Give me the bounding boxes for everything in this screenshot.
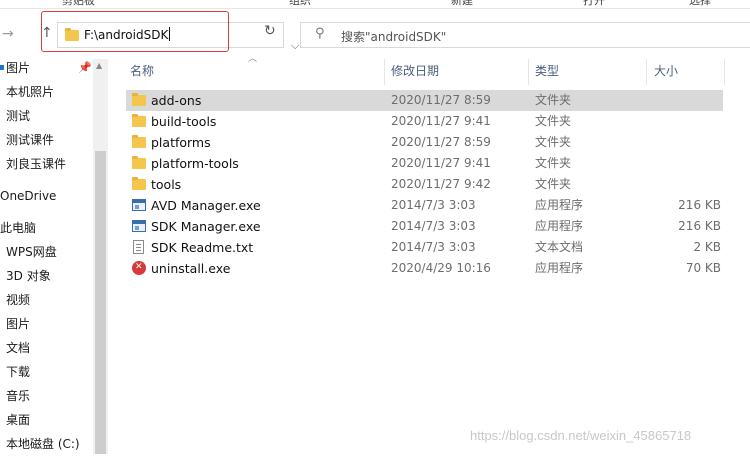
address-toolbar: → ↑ F:\androidSDK ⌵ ↻ ⚲ 搜索"androidSDK" [0, 9, 750, 59]
folder-icon [132, 135, 146, 148]
search-box[interactable]: ⚲ 搜索"androidSDK" [300, 22, 750, 48]
column-header: ︿ 名称 修改日期 类型 大小 [108, 54, 750, 85]
text-file-icon [133, 240, 144, 254]
file-row-add-ons[interactable]: add-ons 2020/11/27 8:59 文件夹 [126, 90, 723, 111]
pictures-icon: ▪ [0, 62, 5, 73]
file-row-avd-manager[interactable]: AVD Manager.exe 2014/7/3 3:03 应用程序 216 K… [126, 195, 723, 216]
column-divider[interactable] [384, 59, 385, 85]
sidebar-item-pictures-quick[interactable]: ▪ 图片 📌 [0, 56, 93, 80]
folder-icon [132, 93, 146, 106]
forward-arrow-icon[interactable]: → [2, 26, 14, 42]
ribbon-new[interactable]: 新建 [451, 0, 473, 8]
file-row-platform-tools[interactable]: platform-tools 2020/11/27 9:41 文件夹 [126, 153, 723, 174]
search-icon: ⚲ [315, 26, 325, 41]
file-row-tools[interactable]: tools 2020/11/27 9:42 文件夹 [126, 174, 723, 195]
application-icon [132, 220, 146, 232]
ribbon-clipboard[interactable]: 剪贴板 [62, 0, 95, 8]
column-divider[interactable] [528, 59, 529, 85]
file-row-uninstall[interactable]: uninstall.exe 2020/4/29 10:16 应用程序 70 KB [126, 257, 723, 279]
watermark: https://blog.csdn.net/weixin_45865718 [470, 428, 692, 443]
sidebar-scrollbar-thumb[interactable] [95, 151, 106, 454]
folder-icon [132, 156, 146, 169]
ribbon: 剪贴板 组织 新建 打开 选择 [0, 0, 750, 9]
column-name[interactable]: 名称 [130, 59, 154, 85]
column-date[interactable]: 修改日期 [391, 59, 439, 85]
sort-up-icon: ︿ [248, 54, 258, 64]
scroll-up-icon[interactable]: ▲ [96, 61, 102, 70]
folder-icon [65, 28, 79, 41]
ribbon-select[interactable]: 选择 [689, 0, 711, 8]
ribbon-open[interactable]: 打开 [583, 0, 605, 8]
sidebar-scrollbar[interactable] [93, 59, 108, 454]
column-divider[interactable] [724, 59, 725, 85]
ribbon-organize[interactable]: 组织 [289, 0, 311, 8]
file-row-sdk-manager[interactable]: SDK Manager.exe 2014/7/3 3:03 应用程序 216 K… [126, 216, 723, 237]
column-type[interactable]: 类型 [535, 59, 559, 85]
file-row-sdk-readme[interactable]: SDK Readme.txt 2014/7/3 3:03 文本文档 2 KB [126, 237, 723, 258]
address-bar[interactable]: F:\androidSDK ⌵ [57, 22, 299, 52]
file-row-platforms[interactable]: platforms 2020/11/27 8:59 文件夹 [126, 132, 723, 153]
application-icon [132, 199, 146, 211]
refresh-icon[interactable]: ↻ [264, 23, 276, 39]
folder-icon [132, 114, 146, 127]
up-arrow-icon[interactable]: ↑ [41, 25, 53, 41]
pin-icon[interactable]: 📌 [78, 56, 92, 80]
folder-icon [132, 177, 146, 190]
file-row-build-tools[interactable]: build-tools 2020/11/27 9:41 文件夹 [126, 111, 723, 132]
uninstall-icon [132, 257, 146, 278]
navigation-pane: ▪ 图片 📌 本机照片 测试 测试课件 刘良玉课件 OneDrive 此电脑 W… [0, 59, 108, 454]
column-divider[interactable] [646, 59, 647, 85]
column-size[interactable]: 大小 [654, 59, 678, 85]
address-input[interactable]: F:\androidSDK [84, 27, 171, 42]
search-input[interactable]: 搜索"androidSDK" [341, 28, 446, 45]
chevron-down-icon[interactable]: ⌵ [291, 39, 299, 53]
